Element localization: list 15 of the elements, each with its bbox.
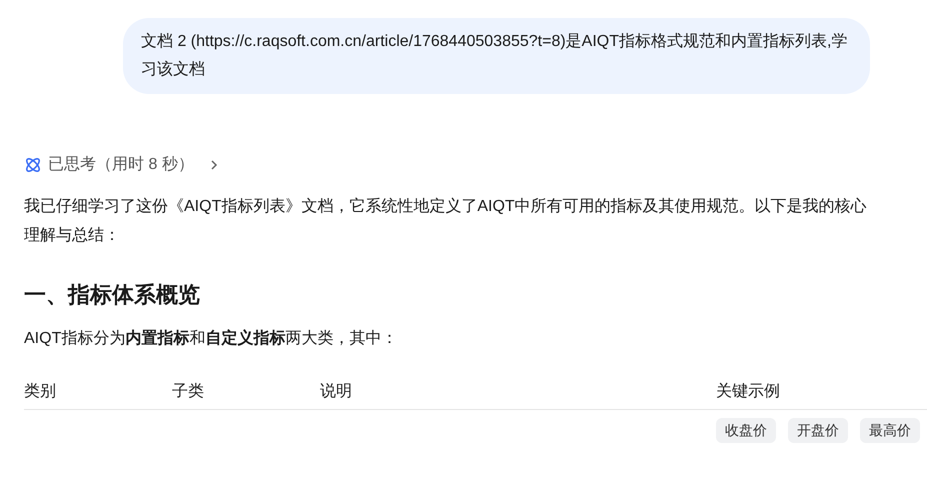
thinking-label: 已思考（用时 8 秒） <box>48 154 194 175</box>
column-header: 子类 <box>172 382 204 400</box>
column-header: 说明 <box>320 382 352 400</box>
column-header: 类别 <box>24 382 56 400</box>
column-header: 关键示例 <box>716 382 780 400</box>
tag: 收盘价 <box>716 418 776 443</box>
thinking-toggle[interactable]: 已思考（用时 8 秒） <box>24 150 927 180</box>
tag: 最高价 <box>860 418 920 443</box>
answer-paragraph: 我已仔细学习了这份《AIQT指标列表》文档，它系统性地定义了AIQT中所有可用的指标及其使用规范。以下是我的核心理解与总结： <box>24 196 868 246</box>
user-message: 文档 2 (https://c.raqsoft.com.cn/article/1768440503855?t=8)是AIQT指标格式规范和内置指标列表,学习该文档 <box>123 18 870 94</box>
section-heading: 一、指标体系概览 <box>24 281 201 309</box>
answer-paragraph: AIQT指标分为内置指标和自定义指标两大类，其中： <box>24 328 398 349</box>
chevron-icon <box>210 159 218 171</box>
tag: 开盘价 <box>788 418 848 443</box>
atom-icon <box>24 156 42 174</box>
